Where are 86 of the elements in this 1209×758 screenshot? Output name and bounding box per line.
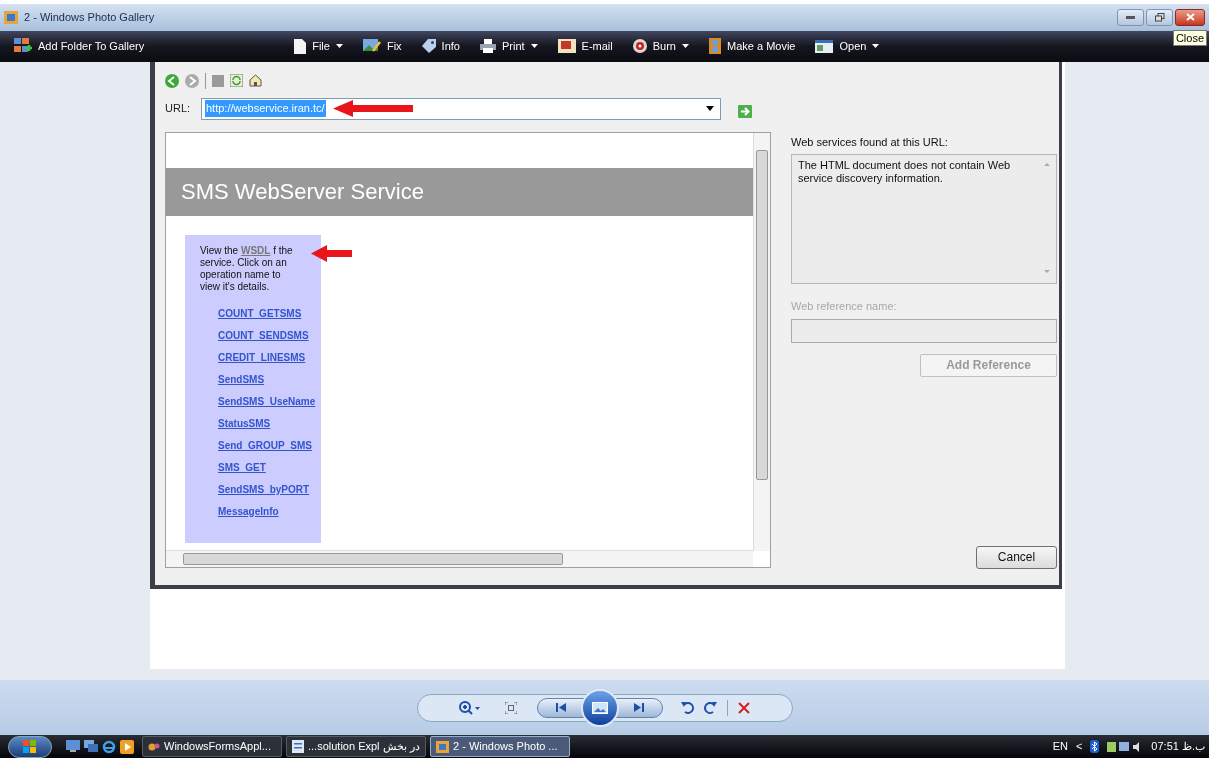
folder-grid-icon [14, 38, 32, 55]
tooltip: Close [1172, 30, 1207, 46]
envelope-picture-icon [557, 39, 576, 54]
horizontal-scrollbar[interactable] [166, 549, 753, 567]
reference-name-label: Web reference name: [791, 299, 898, 315]
vertical-scrollbar[interactable] [753, 132, 770, 551]
tray-toggle[interactable]: < [1075, 738, 1083, 755]
caret-icon [872, 44, 880, 49]
toolbar-menu-button[interactable]: Print [479, 38, 538, 55]
operation-link[interactable]: COUNT_GETSMS [218, 306, 302, 321]
browser-icon[interactable] [102, 739, 116, 754]
cancel-button[interactable]: Cancel [976, 545, 1057, 569]
toolbar-menu-button[interactable]: Fix [362, 38, 402, 55]
zoom-icon[interactable] [459, 700, 481, 715]
rotate-left-icon[interactable] [681, 701, 694, 715]
scrollbar-thumb[interactable] [183, 552, 563, 565]
document-icon [292, 740, 304, 754]
toolbar-menu-button[interactable]: Open [815, 38, 880, 55]
annotation-arrow-icon [333, 99, 413, 117]
window-switch-icon[interactable] [84, 739, 98, 752]
previous-button[interactable] [537, 697, 585, 718]
scrollbar-thumb[interactable] [756, 149, 768, 480]
next-button[interactable] [615, 697, 663, 718]
delete-icon[interactable] [738, 701, 750, 714]
restore-button[interactable] [1146, 8, 1173, 26]
results-message: The HTML document does not contain Web service discovery information. [798, 159, 1012, 187]
restore-icon [1154, 12, 1165, 22]
bluetooth-icon[interactable] [1090, 740, 1100, 754]
operation-link[interactable]: SendSMS_UseName [218, 394, 316, 409]
page-heading: SMS WebServer Service [166, 167, 753, 216]
language-indicator[interactable]: EN [1052, 738, 1068, 755]
gallery-icon [436, 740, 449, 753]
url-label: URL: [165, 101, 192, 117]
taskbar-button[interactable]: WindowsFormsAppl... [142, 736, 282, 758]
refresh-icon[interactable] [230, 74, 243, 88]
operation-link[interactable]: Send_GROUP_SMS [218, 438, 312, 453]
previous-icon [556, 703, 566, 713]
toolbar-menu-button[interactable]: E-mail [557, 38, 613, 55]
caret-icon [335, 44, 343, 49]
operation-link[interactable]: SendSMS [218, 372, 265, 387]
operation-link[interactable]: StatusSMS [218, 416, 271, 431]
operation-link[interactable]: SendSMS_byPORT [218, 482, 310, 497]
taskbar-button[interactable]: 2 - Windows Photo ... [430, 736, 570, 758]
caret-icon [530, 44, 538, 49]
dropdown-caret-icon [706, 106, 714, 112]
picture-pencil-icon [362, 39, 381, 54]
slideshow-button[interactable] [581, 688, 619, 727]
taskbar-button[interactable]: در بخش solution Expl... [286, 736, 426, 758]
close-button[interactable] [1175, 8, 1205, 26]
caret-icon [682, 44, 689, 49]
window-icon [815, 39, 834, 53]
go-arrow-icon[interactable] [738, 105, 752, 119]
minimize-button[interactable] [1117, 8, 1144, 26]
operation-link[interactable]: COUNT_SENDSMS [218, 328, 309, 343]
disc-icon [632, 39, 647, 54]
minimize-icon [1126, 15, 1135, 19]
tag-icon [421, 39, 436, 54]
gallery-icon [4, 10, 18, 24]
next-icon [634, 703, 644, 713]
add-folder-button[interactable]: Add Folder To Gallery [14, 38, 145, 55]
window-title: 2 - Windows Photo Gallery [24, 10, 155, 26]
toolbar-menu-button[interactable]: Burn [632, 38, 689, 55]
desktop-icon[interactable] [66, 739, 80, 752]
url-text: http://webservice.iran.tc/ [205, 100, 326, 117]
operation-link[interactable]: SMS_GET [218, 460, 266, 475]
toolbar-menu-button[interactable]: File [294, 38, 343, 55]
slideshow-icon [592, 701, 608, 714]
rotate-right-icon[interactable] [704, 701, 717, 715]
printer-icon [479, 39, 496, 54]
windows-logo-icon [23, 739, 37, 754]
annotation-arrow-icon [311, 244, 352, 262]
clock[interactable]: 07:51 ب.ظ [1151, 738, 1205, 755]
film-strip-icon [709, 38, 721, 55]
close-icon [1185, 13, 1195, 22]
media-player-icon[interactable] [120, 739, 134, 754]
fit-window-icon[interactable] [505, 701, 517, 714]
home-icon[interactable] [249, 74, 262, 88]
operation-link[interactable]: MessageInfo [218, 504, 279, 519]
back-icon[interactable] [165, 73, 179, 88]
found-label: Web services found at this URL: [791, 134, 949, 150]
toolbar-menu-button[interactable]: Make a Movie [709, 38, 796, 55]
intro-text: View the WSDL f the service. Click on an operation name to view it's details. [200, 244, 294, 293]
document-icon [294, 38, 307, 54]
start-button[interactable] [8, 735, 52, 758]
operation-link[interactable]: CREDIT_LINESMS [218, 350, 306, 365]
toolbar-menu-button[interactable]: Info [421, 38, 460, 55]
